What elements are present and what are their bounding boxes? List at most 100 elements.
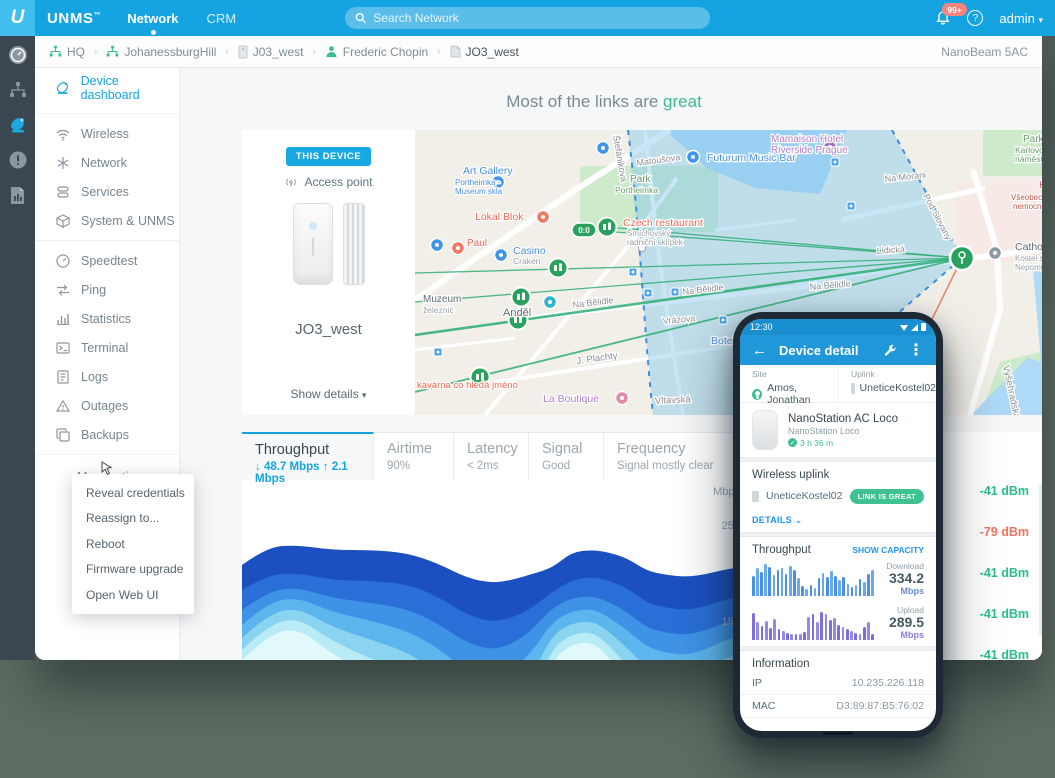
sidebar-item-terminal[interactable]: Terminal (35, 333, 179, 362)
warning-icon (55, 398, 71, 414)
breadcrumb-device[interactable]: J03_west (238, 45, 304, 59)
tab-latency[interactable]: Latency< 2ms (454, 433, 529, 480)
help-button[interactable]: ? (967, 10, 983, 26)
show-details-button[interactable]: Show details ▾ (242, 387, 415, 401)
rail-dashboard-icon[interactable] (7, 44, 29, 66)
search-input[interactable] (373, 11, 700, 25)
station-glyph (554, 265, 557, 271)
sidebar-item-label: Outages (81, 399, 128, 413)
rail-logs-icon[interactable] (7, 184, 29, 206)
sidebar-item-label: Backups (81, 428, 129, 442)
show-capacity-button[interactable]: SHOW CAPACITY (852, 545, 924, 555)
device-front-view (293, 203, 333, 285)
device-icon (238, 45, 248, 59)
download-unit: Mbps (886, 586, 924, 596)
breadcrumb-separator: › (94, 46, 97, 57)
battery-icon (921, 323, 926, 331)
device-name: NanoStation AC Loco (788, 413, 898, 425)
bar (790, 634, 793, 640)
sidebar-item-services[interactable]: Services (35, 177, 179, 206)
poi-dot (456, 246, 460, 250)
bar (810, 585, 813, 596)
transit-dot (722, 319, 725, 322)
station-marker[interactable] (512, 288, 531, 307)
terminal-icon (55, 340, 71, 356)
sidebar-item-backups[interactable]: Backups (35, 420, 179, 449)
sidebar-item-statistics[interactable]: Statistics (35, 304, 179, 333)
links-map[interactable]: 0:0Art GalleryPortheimka -Museum sklaPar… (415, 130, 1042, 415)
site-cell[interactable]: Site Amos, Jonathan (740, 365, 838, 402)
notifications-button[interactable]: 99+ (935, 10, 951, 26)
back-arrow-icon[interactable]: ← (752, 342, 767, 359)
menu-item-firmware-upgrade[interactable]: Firmware upgrade (72, 557, 194, 583)
station-signal-value: -41 dBm (980, 566, 1029, 580)
phone-device-card[interactable]: NanoStation AC Loco NanoStation Loco ✓3 … (740, 403, 936, 457)
station-marker[interactable] (549, 259, 568, 278)
map-label: Hosp (1039, 180, 1042, 191)
poi-dot (620, 396, 624, 400)
breadcrumb-separator: › (437, 46, 440, 57)
menu-item-reboot[interactable]: Reboot (72, 531, 194, 557)
chevron-down-icon: ▾ (362, 390, 367, 400)
tab-frequency[interactable]: FrequencySignal mostly clear (604, 433, 750, 480)
brand-name: UNMS™ (47, 10, 101, 27)
breadcrumb-site[interactable]: JohanessburgHill (106, 45, 216, 59)
bar (854, 633, 857, 640)
poi-dot (993, 251, 997, 255)
details-toggle[interactable]: DETAILS ⌄ (740, 509, 936, 532)
scrollbar[interactable] (1039, 484, 1042, 636)
throughput-chart[interactable]: Mbps 250 150 (242, 480, 750, 660)
rail-sites-icon[interactable] (7, 79, 29, 101)
device-model: NanoStation Loco (788, 426, 898, 436)
map-label: Futurum Music Bar (707, 152, 796, 164)
nav-crm[interactable]: CRM (206, 11, 236, 26)
bar (773, 619, 776, 640)
bar (826, 577, 829, 596)
tab-throughput[interactable]: Throughput ↓ 48.7 Mbps ↑ 2.1 Mbps (242, 432, 374, 480)
sidebar-item-device-dashboard[interactable]: Device dashboard (35, 68, 179, 108)
map-label: Vltavská (655, 394, 692, 407)
tab-airtime[interactable]: Airtime90% (374, 433, 454, 480)
rail-devices-icon[interactable] (7, 114, 29, 136)
map-label: radniční sklípek (627, 238, 684, 247)
map-label: Catholic Chu (1015, 241, 1042, 253)
breadcrumb-client[interactable]: Frederic Chopin (325, 45, 428, 59)
sidebar-item-ping[interactable]: Ping (35, 275, 179, 304)
bar (803, 632, 806, 640)
breadcrumb-hq[interactable]: HQ (49, 45, 85, 59)
wrench-icon[interactable] (883, 344, 896, 357)
kebab-menu-icon[interactable]: ⋮ (908, 340, 924, 360)
station-glyph (559, 264, 562, 272)
this-device-badge: THIS DEVICE (286, 147, 371, 166)
device-type-label: Access point (304, 175, 372, 189)
bar (812, 614, 815, 640)
station-marker[interactable] (598, 218, 617, 237)
sidebar-item-wireless[interactable]: Wireless (35, 119, 179, 148)
arrows-icon (55, 282, 71, 298)
signal-status-icon (911, 324, 918, 331)
sidebar-item-logs[interactable]: Logs (35, 362, 179, 391)
menu-item-reveal-credentials[interactable]: Reveal credentials (72, 480, 194, 506)
station-glyph (522, 293, 525, 301)
sidebar-item-outages[interactable]: Outages (35, 391, 179, 420)
bar (847, 584, 850, 596)
uplink-row[interactable]: UneticeKostel02 LINK IS GREAT (740, 483, 936, 509)
map-label: Lokal Blok (475, 211, 524, 223)
sidebar-item-system[interactable]: System & UNMS (35, 206, 179, 235)
map-label: kavárna co hledá jméno (417, 380, 518, 391)
bar (822, 573, 825, 596)
user-menu[interactable]: admin ▾ (999, 11, 1043, 26)
bar (814, 588, 817, 596)
nav-network[interactable]: Network (127, 11, 178, 26)
rail-outages-icon[interactable] (7, 149, 29, 171)
sidebar-item-network[interactable]: Network (35, 148, 179, 177)
info-row-mac: MAC D3:89:87:B5:76:02 (740, 695, 936, 718)
uplink-cell[interactable]: Uplink UneticeKostel02 (838, 365, 936, 402)
transit-dot (834, 161, 837, 164)
unms-logo[interactable]: U (0, 0, 35, 36)
search-bar[interactable] (345, 7, 710, 29)
tab-signal[interactable]: SignalGood (529, 433, 604, 480)
menu-item-reassign[interactable]: Reassign to... (72, 506, 194, 532)
menu-item-open-web-ui[interactable]: Open Web UI (72, 582, 194, 608)
sidebar-item-speedtest[interactable]: Speedtest (35, 246, 179, 275)
